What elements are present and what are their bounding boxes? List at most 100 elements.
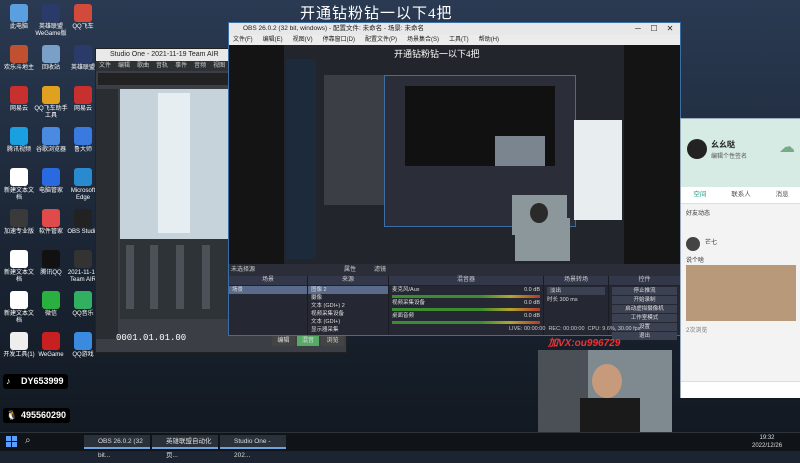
tab-messages[interactable]: 消息 — [776, 187, 789, 203]
source-item[interactable]: 文本 (GDI+) 2 — [308, 302, 388, 310]
menu-item[interactable]: 事件 — [175, 63, 187, 69]
window-controls: ─ ☐ ✕ — [630, 23, 678, 35]
menu-item[interactable]: 视图 — [213, 63, 225, 69]
menu-item[interactable]: 文件(F) — [233, 37, 253, 43]
tab-edit[interactable]: 编辑 — [272, 336, 295, 346]
clock[interactable]: 19:32 2022/12/26 — [752, 434, 782, 450]
search-icon[interactable]: ⌕ — [25, 435, 31, 446]
desktop-icon[interactable]: 腾讯QQ — [34, 250, 68, 277]
source-item[interactable]: 文本 (GDI+) — [308, 318, 388, 326]
source-item[interactable]: 图像 2 — [308, 286, 388, 294]
menu-item[interactable]: 场景集合(S) — [407, 37, 439, 43]
menu-item[interactable]: 文件 — [99, 63, 111, 69]
app-icon — [74, 4, 92, 22]
desktop-icon-label: 软件管家 — [38, 229, 63, 235]
menu-item[interactable]: 配置文件(P) — [365, 37, 397, 43]
app-icon — [10, 45, 28, 63]
stream-banner-text: 开通钻粉钻一以下4把 — [300, 6, 453, 22]
menu-item[interactable]: 帮助(H) — [479, 37, 499, 43]
exit-button[interactable]: 退出 — [612, 332, 677, 340]
source-item[interactable]: 显示器采集 — [308, 326, 388, 334]
desktop-icon-label: 回收站 — [41, 65, 60, 71]
menu-item[interactable]: 工具(T) — [449, 37, 469, 43]
start-recording-button[interactable]: 开始录制 — [612, 296, 677, 304]
desktop-icon[interactable]: 回收站 — [34, 45, 68, 72]
desktop-icon[interactable]: 新建文本文档 — [2, 291, 36, 325]
obs-preview[interactable]: 开通钻粉钻一以下4把 — [229, 45, 680, 264]
menu-item[interactable]: 歌曲 — [137, 63, 149, 69]
app-icon — [42, 291, 60, 309]
desktop-icon[interactable]: QQ飞车 — [66, 4, 100, 31]
transition-duration[interactable]: 时长 300 ms — [544, 296, 608, 304]
desktop-icon[interactable]: 欢乐斗地主 — [2, 45, 36, 72]
desktop-icon[interactable]: 网易云 — [2, 86, 36, 113]
menu-item[interactable]: 编辑 — [118, 63, 130, 69]
maximize-icon[interactable]: ☐ — [646, 23, 662, 35]
desktop-icon[interactable]: 此电脑 — [2, 4, 36, 31]
studio-mode-button[interactable]: 工作室模式 — [612, 314, 677, 322]
desktop-icon[interactable]: 谷歌浏览器 — [34, 127, 68, 154]
desktop-icon[interactable]: QQ飞车助手 工具 — [34, 86, 68, 120]
scenes-panel: 场景 场景 — [229, 276, 308, 335]
virtual-camera-button[interactable]: 启动虚拟摄像机 — [612, 305, 677, 313]
desktop-icon[interactable]: 新建文本文档 — [2, 168, 36, 202]
avatar[interactable] — [687, 139, 707, 159]
source-item[interactable]: 视频采集设备 — [308, 310, 388, 318]
obs-status-bar: LIVE: 00:00:00 REC: 00:00:00 CPU: 9.6%, … — [509, 326, 640, 332]
minimize-icon[interactable]: ─ — [630, 23, 646, 35]
desktop-icon-label: 网易云 — [9, 106, 28, 112]
desktop-icon[interactable]: 电脑管家 — [34, 168, 68, 195]
desktop-icon[interactable]: 新建文本文档 — [2, 250, 36, 284]
desktop-icon[interactable]: 软件管家 — [34, 209, 68, 236]
desktop-icon[interactable]: WeGame — [34, 332, 68, 359]
filters-button[interactable]: 滤镜 — [374, 264, 386, 273]
app-icon — [42, 4, 60, 22]
menu-item[interactable]: 编辑(E) — [263, 37, 283, 43]
douyin-overlay: ♪ DY653999 — [3, 374, 68, 389]
desktop-icon[interactable]: 微信 — [34, 291, 68, 318]
app-icon — [74, 209, 92, 227]
qq-window[interactable]: 幺幺哒 编辑个性签名 ☁ 空间 联系人 消息 好友动态 芒七 说个啥 2次浏览 — [680, 118, 800, 398]
desktop-icon[interactable]: 英雄联盟 WeGame版 — [34, 4, 68, 38]
menu-item[interactable]: 视图(V) — [293, 37, 313, 43]
app-icon — [10, 127, 28, 145]
menu-item[interactable]: 音轨 — [156, 63, 168, 69]
tab-contacts[interactable]: 联系人 — [731, 187, 751, 203]
transition-select[interactable]: 淡出 — [547, 287, 605, 295]
poster-avatar[interactable] — [686, 237, 700, 251]
obs-window[interactable]: OBS 26.0.2 (32 bit, windows) - 配置文件: 未命名… — [228, 22, 681, 340]
post-image[interactable] — [686, 265, 796, 321]
desktop-icon-label: 谷歌浏览器 — [35, 147, 66, 153]
taskbar-item-studio[interactable]: Studio One - 202... — [220, 435, 286, 459]
tab-browse[interactable]: 浏览 — [321, 336, 345, 346]
menu-item[interactable]: 停靠窗口(D) — [323, 37, 355, 43]
desktop-icon-label: 英雄联盟 WeGame版 — [35, 24, 67, 37]
windows-start-icon[interactable] — [6, 436, 17, 447]
sources-panel: 来源 图像 2 摄像 文本 (GDI+) 2 视频采集设备 文本 (GDI+) … — [308, 276, 389, 335]
tab-space[interactable]: 空间 — [693, 187, 706, 203]
transitions-header: 场景转场 — [544, 276, 608, 286]
taskbar-item-browser[interactable]: 英雄联盟自动化页... — [152, 435, 218, 459]
qq-username: 幺幺哒 — [711, 140, 735, 149]
vx-overlay-text: 加VX:ou996729 — [548, 338, 621, 349]
close-icon[interactable]: ✕ — [662, 23, 678, 35]
app-icon — [42, 209, 60, 227]
desktop-icon-label: 加速专业版 — [3, 229, 34, 235]
stop-stream-button[interactable]: 停止推流 — [612, 287, 677, 295]
properties-button[interactable]: 属性 — [344, 264, 356, 273]
app-icon — [74, 86, 92, 104]
source-item[interactable]: 摄像 — [308, 294, 388, 302]
scene-item[interactable]: 场景 — [229, 286, 307, 294]
menu-item[interactable]: 音频 — [194, 63, 206, 69]
taskbar-item-obs[interactable]: OBS 26.0.2 (32 bit... — [84, 435, 150, 459]
mixer-channel-name: 麦克风/Aux 0.0 dB — [392, 287, 540, 293]
desktop-icon[interactable]: 加速专业版 — [2, 209, 36, 236]
desktop-icon[interactable]: 开发工具(1) — [2, 332, 36, 359]
tab-mix[interactable]: 混音 — [296, 336, 320, 346]
app-icon — [10, 209, 28, 227]
desktop-icon-label: QQ飞车 — [72, 24, 94, 30]
mixer-channel-name: 视频采集设备 0.0 dB — [392, 300, 540, 306]
desktop-icon[interactable]: 腾讯视频 — [2, 127, 36, 154]
app-icon — [42, 332, 60, 350]
qq-tabs: 空间 联系人 消息 — [681, 187, 800, 204]
